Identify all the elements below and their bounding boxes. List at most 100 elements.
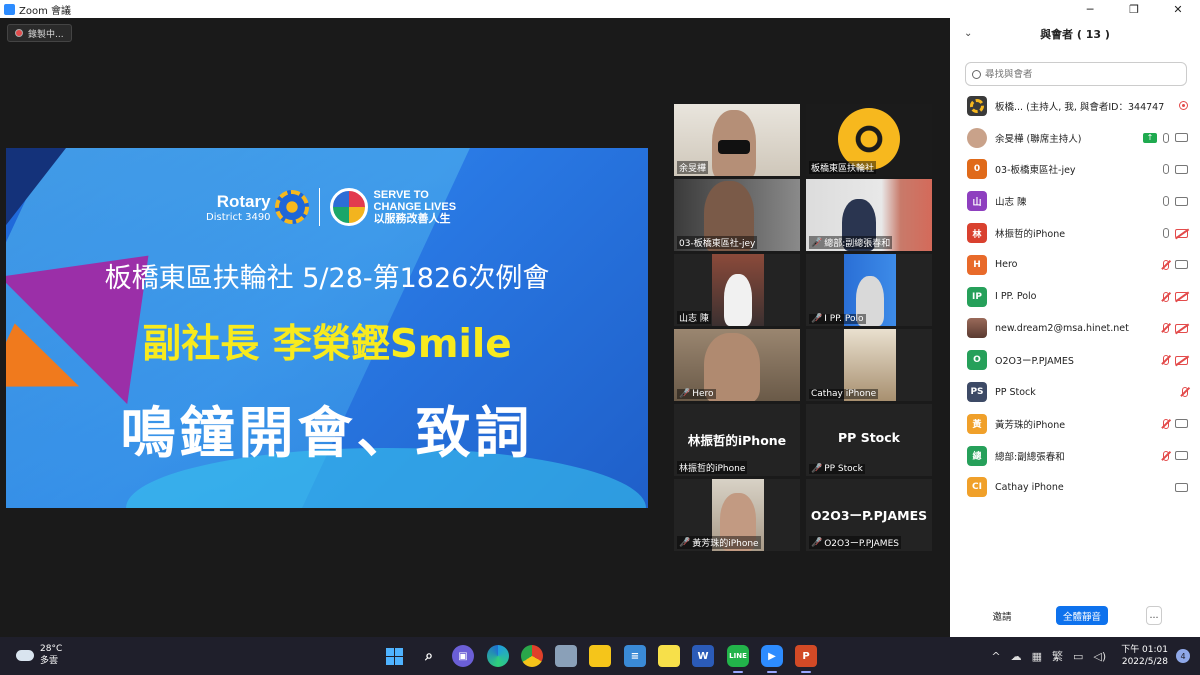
camera-icon[interactable]: [1175, 451, 1188, 461]
participant-row[interactable]: 0 03-板橋東區社-jey: [950, 154, 1200, 186]
video-tile[interactable]: 🎤̸ Hero: [674, 329, 800, 401]
video-tile[interactable]: Cathay iPhone: [806, 329, 932, 401]
serve-line-1: SERVE TO: [373, 189, 429, 201]
participant-row[interactable]: H Hero: [950, 249, 1200, 281]
video-tile[interactable]: 🎤̸ 總部:副總張春和: [806, 179, 932, 251]
participant-status: [1157, 281, 1188, 313]
camera-icon[interactable]: [1175, 164, 1188, 174]
cloud-icon: [16, 649, 34, 661]
camera-icon[interactable]: [1175, 196, 1188, 206]
weather-widget[interactable]: 28°C 多雲: [16, 643, 62, 667]
zoom-taskbar-icon[interactable]: ▶: [761, 645, 783, 667]
mic-off-icon[interactable]: [1163, 291, 1169, 302]
windows-start-icon[interactable]: [383, 645, 405, 667]
participant-row[interactable]: 板橋... (主持人, 我, 與會者ID：344747): [950, 90, 1200, 122]
cloud-sync-icon[interactable]: ☁: [1011, 650, 1022, 663]
camera-icon[interactable]: [1175, 260, 1188, 270]
serve-slogan: SERVE TO CHANGE LIVES 以服務改善人生: [374, 189, 457, 225]
teams-chat-icon[interactable]: ▣: [452, 645, 474, 667]
participant-row[interactable]: PS PP Stock: [950, 376, 1200, 408]
participant-row[interactable]: 總 總部:副總張春和: [950, 440, 1200, 472]
mic-icon[interactable]: [1163, 132, 1169, 143]
chrome-icon[interactable]: [521, 645, 543, 667]
video-tile[interactable]: O2O3ーP.PJAMES 🎤̸ O2O3ーP.PJAMES: [806, 479, 932, 551]
camera-off-icon[interactable]: [1175, 292, 1188, 302]
tile-name: O2O3ーP.PJAMES: [824, 539, 899, 549]
search-input[interactable]: [985, 68, 1175, 80]
tile-nametag: 🎤̸ O2O3ーP.PJAMES: [809, 536, 901, 549]
participant-search[interactable]: [965, 62, 1187, 86]
video-tile[interactable]: 🎤̸ I PP. Polo: [806, 254, 932, 326]
volume-icon[interactable]: ◁): [1093, 650, 1106, 663]
app-tray-icon[interactable]: ▦: [1032, 650, 1042, 663]
video-tile[interactable]: 🎤̸ 黃芳珠的iPhone: [674, 479, 800, 551]
participant-name: 03-板橋東區社-jey: [995, 165, 1076, 177]
ime-indicator[interactable]: 繁: [1052, 648, 1063, 664]
notification-badge[interactable]: 4: [1176, 649, 1190, 663]
video-tile[interactable]: 山志 陳: [674, 254, 800, 326]
invite-button[interactable]: 邀請: [986, 606, 1018, 625]
camera-icon[interactable]: [1175, 482, 1188, 492]
line-app-icon[interactable]: LINE: [727, 645, 749, 667]
mic-off-icon: 🎤̸: [679, 537, 691, 548]
notepad-icon[interactable]: ≡: [624, 645, 646, 667]
network-icon[interactable]: ▭: [1073, 650, 1083, 663]
tile-name: I PP. Polo: [824, 314, 864, 324]
participant-row[interactable]: 黃 黃芳珠的iPhone: [950, 408, 1200, 440]
participant-row[interactable]: 山 山志 陳: [950, 185, 1200, 217]
video-tile[interactable]: 板橋東區扶輪社: [806, 104, 932, 176]
participant-status: [1157, 217, 1188, 249]
participant-avatar: [967, 95, 987, 116]
chevron-up-icon[interactable]: ^: [991, 650, 1000, 663]
powerpoint-icon[interactable]: P: [795, 645, 817, 667]
tile-nametag: 🎤̸ 總部:副總張春和: [809, 236, 893, 249]
camera-off-icon[interactable]: [1175, 323, 1188, 333]
participant-status: [1179, 90, 1188, 122]
recording-indicator[interactable]: 錄製中...: [7, 24, 72, 42]
participant-row[interactable]: CI Cathay iPhone: [950, 472, 1200, 504]
mic-off-icon[interactable]: [1163, 450, 1169, 461]
search-icon[interactable]: ⌕: [418, 645, 440, 667]
mute-all-button[interactable]: 全體靜音: [1056, 606, 1108, 625]
camera-off-icon[interactable]: [1175, 355, 1188, 365]
camera-icon[interactable]: [1175, 419, 1188, 429]
clock[interactable]: 下午 01:01 2022/5/28: [1121, 644, 1168, 668]
participant-row[interactable]: IP I PP. Polo: [950, 281, 1200, 313]
mic-icon[interactable]: [1163, 164, 1169, 175]
mic-off-icon[interactable]: [1182, 387, 1188, 398]
record-icon: [15, 29, 23, 37]
slide-line-3: 鳴鐘開會、致詞: [120, 401, 534, 465]
participant-avatar: 山: [967, 191, 987, 212]
participant-avatar: 林: [967, 223, 987, 244]
mic-off-icon[interactable]: [1163, 259, 1169, 270]
participant-row[interactable]: O O2O3ーP.PJAMES: [950, 344, 1200, 376]
slide-line-1: 板橋東區扶輪社 5/28-第1826次例會: [104, 263, 550, 294]
mic-off-icon[interactable]: [1163, 355, 1169, 366]
minimize-button[interactable]: ─: [1068, 0, 1112, 18]
mic-off-icon[interactable]: [1163, 323, 1169, 334]
file-explorer-icon[interactable]: [589, 645, 611, 667]
video-tile[interactable]: 03-板橋東區社-jey: [674, 179, 800, 251]
maximize-button[interactable]: ❐: [1112, 0, 1156, 18]
participant-row[interactable]: new.dream2@msa.hinet.net: [950, 313, 1200, 345]
mic-icon[interactable]: [1163, 228, 1169, 239]
participant-row[interactable]: 余旻樺 (聯席主持人) ↑: [950, 122, 1200, 154]
more-button[interactable]: ...: [1146, 606, 1162, 625]
video-tile[interactable]: 林振哲的iPhone 林振哲的iPhone: [674, 404, 800, 476]
word-icon[interactable]: W: [692, 645, 714, 667]
participant-row[interactable]: 林 林振哲的iPhone: [950, 217, 1200, 249]
mic-icon[interactable]: [1163, 196, 1169, 207]
video-tile[interactable]: 余旻樺: [674, 104, 800, 176]
participant-avatar: CI: [967, 477, 987, 498]
camera-icon[interactable]: [1175, 133, 1188, 143]
participant-avatar: IP: [967, 286, 987, 307]
edge-browser-icon[interactable]: [487, 645, 509, 667]
tile-nametag: 🎤̸ I PP. Polo: [809, 314, 866, 324]
photo-viewer-icon[interactable]: [555, 645, 577, 667]
sticky-notes-icon[interactable]: [658, 645, 680, 667]
camera-off-icon[interactable]: [1175, 228, 1188, 238]
video-tile[interactable]: PP Stock 🎤̸ PP Stock: [806, 404, 932, 476]
close-button[interactable]: ✕: [1156, 0, 1200, 18]
recording-icon: [1179, 101, 1188, 111]
mic-off-icon[interactable]: [1163, 418, 1169, 429]
